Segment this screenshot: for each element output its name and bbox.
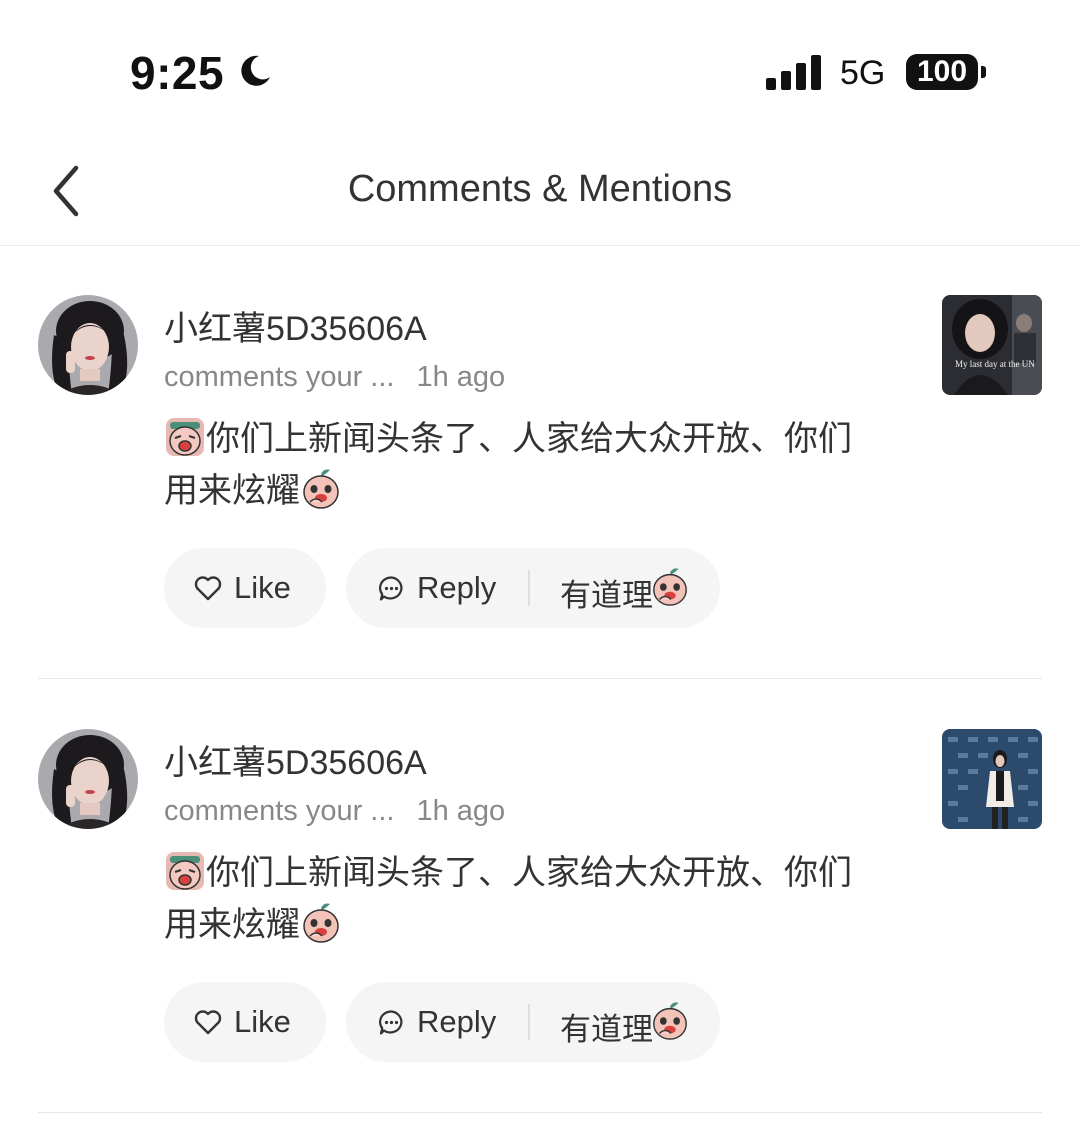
notification-action: comments your ... <box>164 361 395 393</box>
reply-group: Reply 有道理 <box>346 548 720 628</box>
notification-action: comments your ... <box>164 795 395 827</box>
divider <box>528 1004 530 1040</box>
user-name[interactable]: 小红薯5D35606A <box>164 301 427 350</box>
battery-icon: 100 <box>906 54 978 90</box>
avatar[interactable] <box>38 295 138 395</box>
notification-meta: comments your ... 1h ago <box>164 795 505 828</box>
comment-bubble-icon <box>379 1010 403 1035</box>
peach-giggle-emoji-icon <box>653 1002 687 1040</box>
time-ago: 1h ago <box>416 795 506 827</box>
peach-giggle-emoji-icon <box>303 469 339 509</box>
crying-peach-emoji-icon <box>166 418 204 456</box>
network-type: 5G <box>840 54 886 92</box>
reply-label: Reply <box>417 1004 497 1039</box>
notification-item[interactable]: 小红薯5D35606A comments your ... 1h ago 你们上新… <box>0 245 1080 679</box>
signal-icon <box>766 55 821 90</box>
comment-line: 用来炫耀 <box>164 472 300 510</box>
reply-group: Reply 有道理 <box>346 982 720 1062</box>
quick-reply-label: 有道理 <box>560 578 653 613</box>
user-name[interactable]: 小红薯5D35606A <box>164 735 427 784</box>
reply-button[interactable]: Reply <box>346 548 526 628</box>
thumbnail-caption: My last day at the UN <box>955 359 1035 369</box>
comment-line: 用来炫耀 <box>164 906 300 944</box>
quick-reply-button[interactable]: 有道理 <box>560 548 710 628</box>
notification-item[interactable]: 小红薯5D35606A comments your ... 1h ago 你们上新… <box>0 679 1080 1113</box>
crying-peach-emoji-icon <box>166 852 204 890</box>
reply-button[interactable]: Reply <box>346 982 526 1062</box>
like-label: Like <box>234 1004 291 1039</box>
header: Comments & Mentions <box>0 130 1080 246</box>
battery-tip <box>981 66 986 78</box>
post-thumbnail[interactable] <box>942 729 1042 829</box>
avatar[interactable] <box>38 729 138 829</box>
comment-text: 你们上新闻头条了、人家给大众开放、你们 用来炫耀 <box>164 413 894 517</box>
heart-icon <box>194 576 222 601</box>
divider <box>528 570 530 606</box>
comment-line: 你们上新闻头条了、人家给大众开放、你们 <box>206 854 852 892</box>
page-title: Comments & Mentions <box>347 168 733 210</box>
quick-reply-button[interactable]: 有道理 <box>560 982 710 1062</box>
heart-icon <box>194 1010 222 1035</box>
status-time: 9:25 <box>130 47 225 99</box>
reply-label: Reply <box>417 570 497 605</box>
like-button[interactable]: Like <box>164 548 326 628</box>
peach-giggle-emoji-icon <box>653 568 687 606</box>
moon-icon <box>241 55 270 86</box>
comment-text: 你们上新闻头条了、人家给大众开放、你们 用来炫耀 <box>164 847 894 951</box>
comment-bubble-icon <box>379 576 403 601</box>
status-bar: 9:25 5G 100 <box>0 0 1080 130</box>
peach-giggle-emoji-icon <box>303 903 339 943</box>
like-button[interactable]: Like <box>164 982 326 1062</box>
time-ago: 1h ago <box>416 361 506 393</box>
divider <box>38 1112 1042 1113</box>
like-label: Like <box>234 570 291 605</box>
quick-reply-label: 有道理 <box>560 1012 653 1047</box>
notification-meta: comments your ... 1h ago <box>164 361 505 394</box>
post-thumbnail[interactable]: My last day at the UN <box>942 295 1042 395</box>
comment-line: 你们上新闻头条了、人家给大众开放、你们 <box>206 420 852 458</box>
